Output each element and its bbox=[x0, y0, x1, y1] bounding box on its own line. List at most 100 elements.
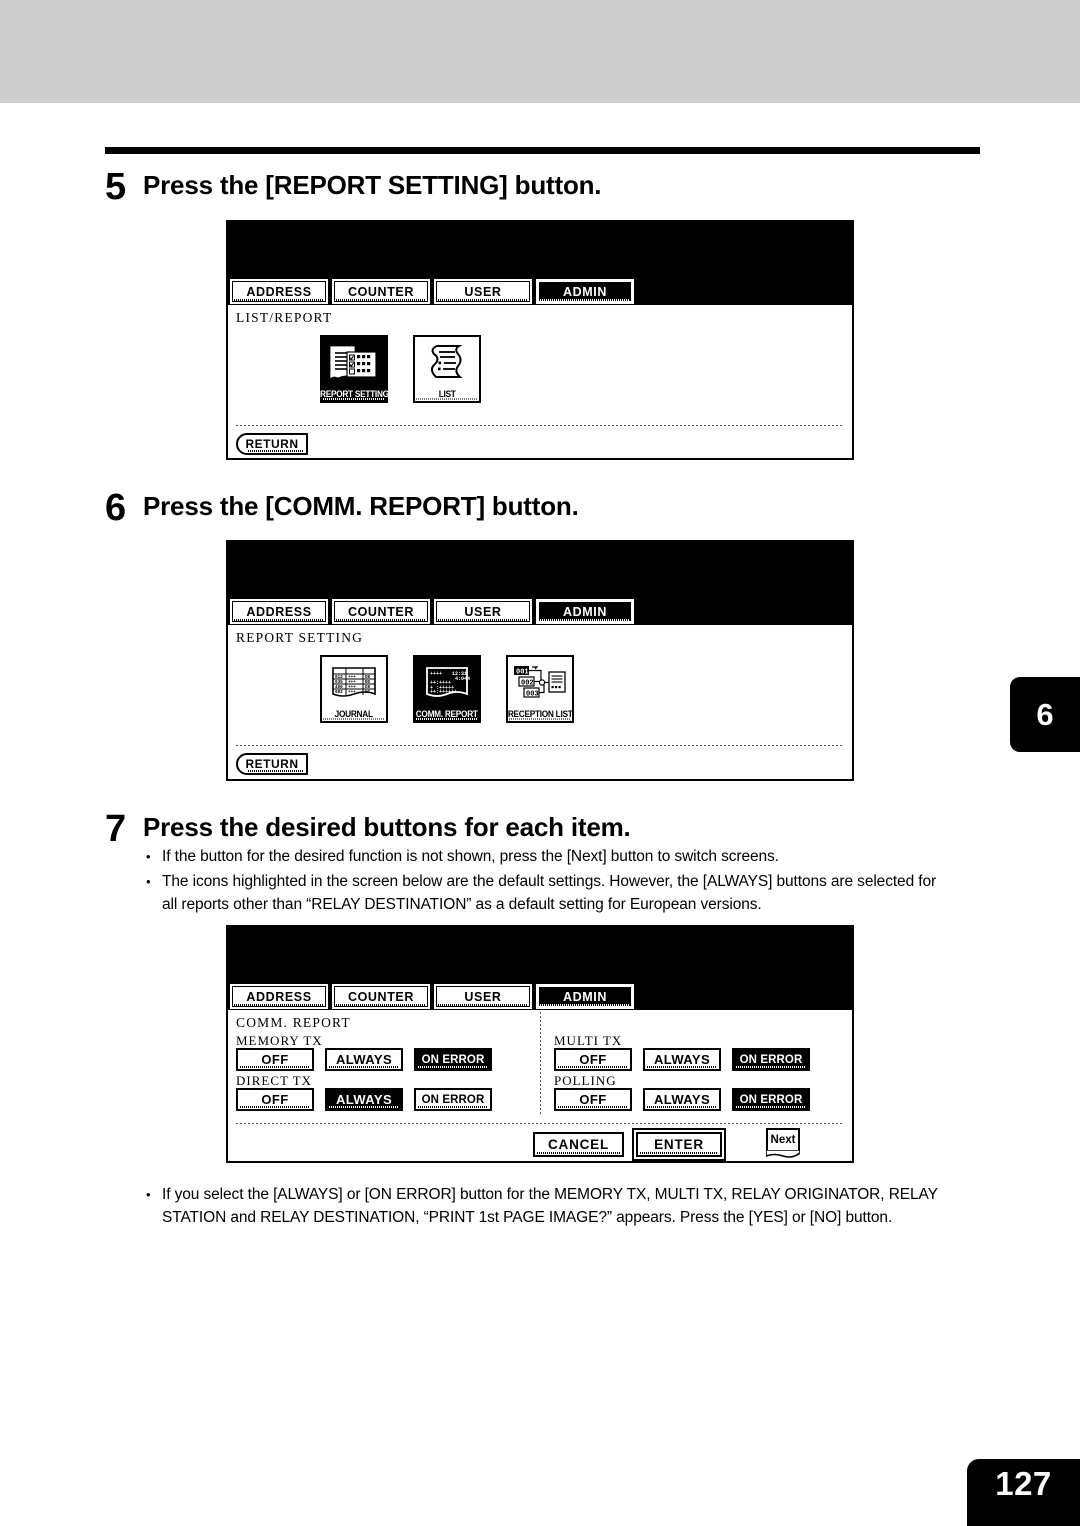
step-5-text: Press the [REPORT SETTING] button. bbox=[143, 170, 602, 200]
next-button[interactable]: Next bbox=[766, 1128, 800, 1158]
lcd-status-area-1 bbox=[228, 222, 852, 278]
option-multi-tx-on-error[interactable]: ON ERROR bbox=[732, 1048, 810, 1071]
icon-button-report-setting[interactable]: REPORT SETTING bbox=[320, 335, 389, 403]
panel-title-2: REPORT SETTING bbox=[236, 630, 364, 645]
button-dot-edge bbox=[647, 1066, 717, 1068]
button-dot-edge bbox=[558, 1106, 628, 1108]
option-polling-off[interactable]: OFF bbox=[554, 1088, 632, 1111]
svg-text:++:++++++: ++:++++++ bbox=[430, 689, 457, 695]
button-dot-edge bbox=[736, 1066, 806, 1068]
option-label: ALWAYS bbox=[653, 1092, 711, 1107]
step-7-footnote: If you select the [ALWAYS] or [ON ERROR]… bbox=[140, 1183, 970, 1229]
tab-counter-1[interactable]: COUNTER bbox=[332, 279, 430, 304]
lcd-content-3: COMM. REPORT MEMORY TX OFF ALWAYS ON ERR… bbox=[228, 1010, 852, 1161]
tab-user-2[interactable]: USER bbox=[434, 599, 532, 624]
reception-list-icon: 001 002 003 bbox=[508, 661, 572, 703]
option-label: OFF bbox=[579, 1052, 607, 1067]
option-polling-always[interactable]: ALWAYS bbox=[643, 1088, 721, 1111]
panel-divider-2 bbox=[236, 745, 844, 746]
tab-counter-label-1: COUNTER bbox=[347, 284, 414, 299]
tab-dot-edge bbox=[234, 299, 324, 301]
icon-button-journal[interactable]: 012 +++ OK 035 +++ NG 466 +++ OK 082 +++ NG JOUR… bbox=[320, 655, 388, 723]
icon-label-reception-list: RECEPTION LIST bbox=[507, 709, 573, 719]
lcd-panel-report-setting: ADDRESS COUNTER USER ADMIN REPORT SETTIN… bbox=[226, 540, 854, 781]
section-rule bbox=[105, 147, 980, 154]
tab-dot-edge bbox=[234, 1004, 324, 1006]
cancel-button[interactable]: CANCEL bbox=[533, 1132, 624, 1157]
button-dot-edge bbox=[640, 1152, 718, 1154]
tab-dot-edge bbox=[336, 1004, 426, 1006]
enter-button[interactable]: ENTER bbox=[632, 1128, 726, 1161]
tab-user-label-1: USER bbox=[464, 284, 502, 299]
tab-dot-edge bbox=[438, 1004, 528, 1006]
icon-button-comm-report[interactable]: ++++ 12:31 4:044 ++:++++ + :+++++ ++:+++… bbox=[413, 655, 481, 723]
option-direct-tx-always[interactable]: ALWAYS bbox=[325, 1088, 403, 1111]
report-setting-icon bbox=[322, 341, 386, 383]
option-label: OFF bbox=[261, 1052, 289, 1067]
option-memory-tx-on-error[interactable]: ON ERROR bbox=[414, 1048, 492, 1071]
tab-admin-2[interactable]: ADMIN bbox=[536, 599, 634, 624]
page-header-band bbox=[0, 0, 1080, 103]
panel-divider-1 bbox=[236, 425, 844, 426]
svg-text:002: 002 bbox=[521, 680, 534, 688]
svg-text:001: 001 bbox=[516, 669, 529, 677]
svg-text:4:044: 4:044 bbox=[455, 676, 470, 682]
tab-address-1[interactable]: ADDRESS bbox=[230, 279, 328, 304]
return-button-2[interactable]: RETURN bbox=[236, 753, 308, 775]
group-label-polling: POLLING bbox=[554, 1073, 617, 1088]
enter-label: ENTER bbox=[654, 1137, 704, 1152]
tab-user-1[interactable]: USER bbox=[434, 279, 532, 304]
tab-admin-label-1: ADMIN bbox=[563, 284, 607, 299]
icon-button-list[interactable]: LIST bbox=[413, 335, 481, 403]
step-7-number: 7 bbox=[105, 808, 127, 850]
tab-user-3[interactable]: USER bbox=[434, 984, 532, 1009]
return-button-1[interactable]: RETURN bbox=[236, 433, 308, 455]
button-dot-edge bbox=[537, 1152, 620, 1154]
lcd-panel-comm-report: ADDRESS COUNTER USER ADMIN COMM. REPORT … bbox=[226, 925, 854, 1163]
button-dot-edge bbox=[647, 1106, 717, 1108]
icon-button-reception-list[interactable]: 001 002 003 RECEPTION LIST bbox=[506, 655, 574, 723]
svg-text:082: 082 bbox=[335, 690, 343, 695]
button-dot-edge bbox=[736, 1106, 806, 1108]
svg-text:NG: NG bbox=[365, 690, 371, 695]
step-5-number: 5 bbox=[105, 166, 127, 208]
option-memory-tx-always[interactable]: ALWAYS bbox=[325, 1048, 403, 1071]
icon-label-journal: JOURNAL bbox=[334, 709, 374, 719]
option-memory-tx-off[interactable]: OFF bbox=[236, 1048, 314, 1071]
option-label: ON ERROR bbox=[739, 1093, 803, 1106]
cancel-label: CANCEL bbox=[547, 1137, 610, 1152]
option-label: ON ERROR bbox=[421, 1053, 485, 1066]
option-multi-tx-off[interactable]: OFF bbox=[554, 1048, 632, 1071]
svg-text:003: 003 bbox=[526, 691, 539, 699]
journal-table-icon: 012 +++ OK 035 +++ NG 466 +++ OK 082 +++ NG bbox=[322, 661, 386, 703]
panel-title-3: COMM. REPORT bbox=[236, 1015, 351, 1030]
tab-counter-label-3: COUNTER bbox=[347, 989, 414, 1004]
group-label-direct-tx: DIRECT TX bbox=[236, 1073, 313, 1088]
next-page-corner-icon bbox=[766, 1150, 800, 1158]
next-button-face[interactable]: Next bbox=[766, 1128, 800, 1152]
chapter-index-tab: 6 bbox=[1010, 677, 1080, 752]
tab-dot-edge bbox=[540, 299, 630, 301]
tab-counter-2[interactable]: COUNTER bbox=[332, 599, 430, 624]
step-6-text: Press the [COMM. REPORT] button. bbox=[143, 491, 579, 521]
tab-admin-3[interactable]: ADMIN bbox=[536, 984, 634, 1009]
tab-counter-label-2: COUNTER bbox=[347, 604, 414, 619]
tab-counter-3[interactable]: COUNTER bbox=[332, 984, 430, 1009]
step-6-number: 6 bbox=[105, 487, 127, 529]
tab-dot-edge bbox=[234, 619, 324, 621]
button-dot-edge bbox=[558, 1066, 628, 1068]
option-direct-tx-on-error[interactable]: ON ERROR bbox=[414, 1088, 492, 1111]
tab-address-2[interactable]: ADDRESS bbox=[230, 599, 328, 624]
svg-text:++++: ++++ bbox=[430, 671, 442, 677]
option-multi-tx-always[interactable]: ALWAYS bbox=[643, 1048, 721, 1071]
option-polling-on-error[interactable]: ON ERROR bbox=[732, 1088, 810, 1111]
option-direct-tx-off[interactable]: OFF bbox=[236, 1088, 314, 1111]
tab-address-label-1: ADDRESS bbox=[246, 284, 312, 299]
tab-dot-edge bbox=[540, 1004, 630, 1006]
tab-admin-1[interactable]: ADMIN bbox=[536, 279, 634, 304]
button-dot-edge bbox=[248, 450, 304, 452]
lcd-status-area-2 bbox=[228, 542, 852, 598]
tab-address-3[interactable]: ADDRESS bbox=[230, 984, 328, 1009]
note-item: The icons highlighted in the screen belo… bbox=[140, 870, 940, 916]
return-label-1: RETURN bbox=[245, 437, 299, 451]
